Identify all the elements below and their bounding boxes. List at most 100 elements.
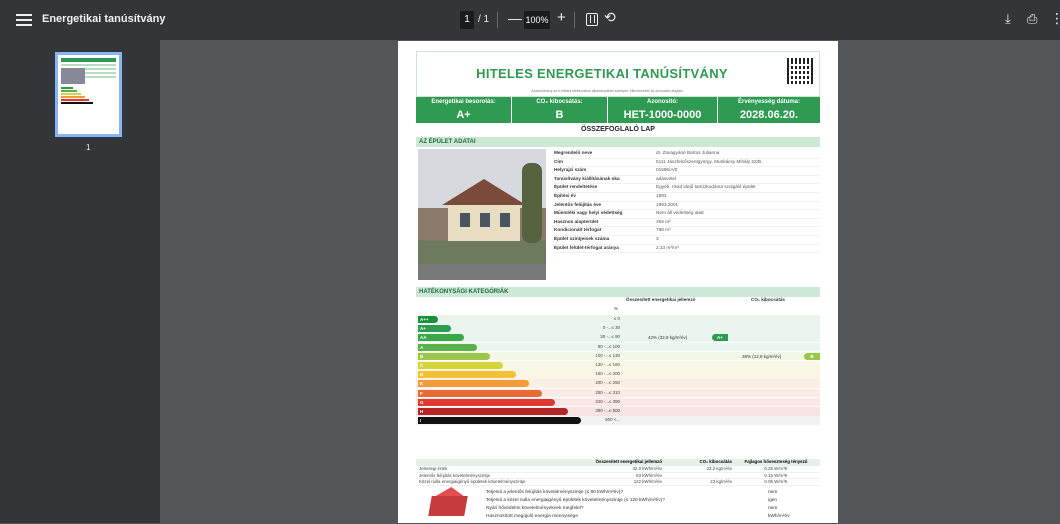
value-id: HET-1000-0000 [608,107,718,123]
band-range: 250 -...≤ 310 [595,389,620,395]
page-number-input[interactable]: 1 [460,11,474,29]
section-efficiency: HATÉKONYSÁGI KATEGÓRIÁK [416,287,820,297]
page-thumbnail[interactable] [55,52,122,137]
band-bar: A+ [418,325,451,333]
percent-label: % [614,306,619,311]
band-bar: H [418,408,568,415]
key-values: A+ B HET-1000-0000 2028.06.20. [416,107,820,123]
table-header-cell [416,459,586,466]
table-cell: 0.15 W/m³K [764,472,788,478]
certificate-header: HITELES ENERGETIKAI TANÚSÍTVÁNY A tanúsí… [416,51,820,97]
band-range: 310 -...≤ 390 [595,398,620,404]
band-bar: A++ [418,316,438,323]
band-bar: D [418,371,516,379]
band-range: 90 -...≤ 100 [597,343,620,349]
band-bar: F [418,389,542,397]
building-row-value: 01586/A/0 [656,167,678,173]
table-cell: Közel nulla energiaigényű épületek követ… [419,479,526,484]
building-row-key: Hasznos alapterület [554,218,599,224]
co2-mark-arrow: B [804,352,820,360]
requirement-question: Teljesül a közel nulla energiaigényű épü… [486,497,665,503]
band-bar: E [418,380,529,388]
building-row-key: Cím [554,158,563,164]
zoom-out-icon[interactable]: — [508,10,522,26]
building-row-value: 5111 Jászfelsőszentgyörgy, Munkácsy Mihá… [656,158,763,164]
divider [497,12,498,28]
table-cell: Jelenlegi érték [419,466,448,471]
building-data: Megrendelő neve dr. Zavagyáné Bartos Juli… [416,147,820,287]
energy-mark-text: 42% (32,9 kg/m²év) [648,335,688,341]
building-row-value: 3 [656,235,659,241]
band-range: 390 -...≤ 500 [595,408,620,413]
building-row: Épület rendeltetése Egyéb, rövid idejű ta… [554,184,820,193]
table-header-cell: CO₂ kibocsátás [699,459,732,464]
thumbnail-sidebar: 1 [0,40,160,523]
table-cell: Jelentős felújítás követelményszintje [419,472,491,478]
table-row: Közel nulla energiaigényű épületek követ… [416,479,820,486]
table-cell: 0.05 W/m³K [764,479,788,484]
requirement-question: Hasznosított megújuló energia mennyisége [486,513,578,519]
menu-icon[interactable] [16,12,32,28]
pdf-page: HITELES ENERGETIKAI TANÚSÍTVÁNY A tanúsí… [398,41,838,523]
pdf-toolbar: Energetikai tanúsítvány 1 / 1 — 100% + ⟲… [0,0,1060,40]
more-icon[interactable]: ⋮ [1050,10,1060,27]
building-row-value: dr. Zavagyáné Bartos Julianna [656,150,720,155]
download-icon[interactable]: ⤓ [1005,11,1011,27]
building-row: Helyrajzi szám 01586/A/0 [554,167,820,176]
building-row: Hasznos alapterület 369 m² [554,219,820,228]
building-row: Jelentős felújítás éve 1993,2001 [554,202,820,211]
key-values-header: Energetikai besorolás: CO₂ kibocsátás: A… [416,97,820,107]
band-bar: G [418,398,555,406]
rotate-icon[interactable]: ⟲ [604,9,616,26]
col-energy: Összesített energetikai jellemző [626,297,696,302]
table-header-cell: Összesített energetikai jellemző [595,459,662,464]
value-co2: B [512,107,608,123]
building-row-key: Kondicionált térfogat [554,227,602,233]
band-range: ≤ 0 [613,316,620,321]
band-range: 160 -...≤ 200 [595,371,620,377]
band-range: 30 -...≤ 90 [600,334,620,340]
band-range: 500 <... [605,417,620,423]
zoom-input[interactable]: 100% [524,11,550,29]
efficiency-chart: Összesített energetikai jellemző CO₂ kib… [416,297,820,457]
section-building: AZ ÉPÜLET ADATAI [416,137,820,147]
band-bar: C [418,362,503,369]
label-id: Azonosító: [608,97,718,107]
building-photo [418,149,546,280]
building-row-value: adásvétel [656,175,677,181]
label-co2: CO₂ kibocsátás: [512,97,608,107]
building-row: Kondicionált térfogat 798 m³ [554,227,820,236]
building-row-key: Helyrajzi szám [554,167,587,173]
page-total: / 1 [478,14,490,25]
requirement-answer: nem [768,489,778,495]
building-row-key: Épület felület-térfogat aránya [554,244,619,250]
certificate-subtitle: A tanúsítvány az e-hiteles elektronikus … [531,89,683,93]
values-table: Összesített energetikai jellemző CO₂ kibo… [416,459,820,486]
band-range: 100 -...≤ 130 [595,352,620,358]
building-row-value: Nem áll védettség alatt [656,210,704,216]
building-row: Megrendelő neve dr. Zavagyáné Bartos Juli… [554,150,820,159]
building-row-key: Műemléki vagy helyi védettség [554,210,623,216]
requirement-question: Teljesül a jelentős felújítás követelmén… [486,489,624,495]
building-rows: Megrendelő neve dr. Zavagyáné Bartos Juli… [554,150,820,254]
table-cell [662,473,732,479]
building-row-value: 798 m³ [656,227,671,233]
print-icon[interactable]: ⎙ [1027,11,1037,27]
requirement-answer: kWh/m²év [768,513,790,519]
house-icon [428,495,468,516]
zoom-in-icon[interactable]: + [557,9,566,26]
summary-heading: ÖSSZEFOGLALÓ LAP [581,126,655,133]
table-cell: 23.2 kg/m²év [706,466,732,471]
label-validity: Érvényesség dátuma: [737,99,801,105]
building-row-value: 369 m² [656,218,671,224]
table-cell: 0.25 W/m³K [764,466,788,471]
requirement-question: Nyári hővédelmi követelményeknek megfele… [486,505,584,511]
band-range: 200 -...≤ 250 [595,380,620,386]
band-bar: I [418,417,581,425]
building-row: Cím 5111 Jászfelsőszentgyörgy, Munkácsy M… [554,159,820,168]
requirement-answer: igen [768,497,778,503]
col-co2: CO₂ kibocsátás [751,297,785,302]
fit-page-icon[interactable] [586,13,598,26]
building-row-key: Építési év [554,192,576,198]
table-cell: 122 kWh/m²év [633,479,662,484]
